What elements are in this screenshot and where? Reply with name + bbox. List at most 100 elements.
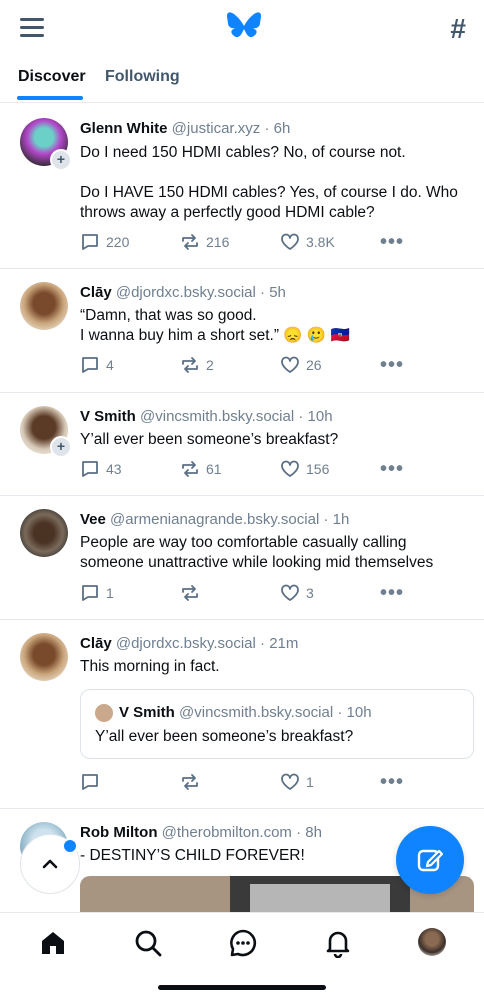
quoted-text: Y’all ever been someone’s breakfast? xyxy=(95,728,354,745)
quoted-time: 10h xyxy=(346,704,372,721)
repost-button[interactable] xyxy=(180,582,206,604)
feed-post[interactable]: Clāy @djordxc.bsky.social · 5h “Damn, th… xyxy=(0,268,484,393)
feed-post[interactable]: Clāy @djordxc.bsky.social · 21m This mor… xyxy=(0,619,484,809)
heart-icon xyxy=(281,773,299,790)
hamburger-menu-icon[interactable] xyxy=(20,18,44,38)
repost-icon xyxy=(182,774,198,790)
post-actions: 1 3 ••• xyxy=(80,582,460,604)
home-indicator xyxy=(158,985,326,990)
more-options-icon[interactable]: ••• xyxy=(380,771,404,793)
repost-count: 216 xyxy=(206,234,230,250)
author-name[interactable]: Clāy xyxy=(80,284,112,301)
like-button[interactable]: 3 xyxy=(280,582,314,604)
author-name[interactable]: Vee xyxy=(80,511,106,528)
follow-plus-icon[interactable]: + xyxy=(50,436,72,458)
reply-button[interactable] xyxy=(80,771,106,793)
bell-icon[interactable] xyxy=(323,928,353,958)
post-time[interactable]: 6h xyxy=(274,120,291,137)
repost-icon xyxy=(182,461,198,477)
post-text: People are way too comfortable casually … xyxy=(80,534,434,571)
post-header: Clāy @djordxc.bsky.social · 21m xyxy=(80,635,298,652)
compose-icon xyxy=(417,849,444,872)
like-button[interactable]: 156 xyxy=(280,458,329,480)
post-header: Vee @armenianagrande.bsky.social · 1h xyxy=(80,511,349,528)
compose-button[interactable] xyxy=(396,826,464,894)
author-name[interactable]: Rob Milton xyxy=(80,824,157,841)
repost-button[interactable]: 2 xyxy=(180,354,214,376)
author-handle[interactable]: @armenianagrande.bsky.social xyxy=(110,511,319,528)
feed-post[interactable]: Vee @armenianagrande.bsky.social · 1h Pe… xyxy=(0,495,484,620)
post-actions: 220 216 3.8K ••• xyxy=(80,231,460,253)
post-text: This morning in fact. xyxy=(80,658,220,675)
more-options-icon[interactable]: ••• xyxy=(380,582,404,604)
separator: · xyxy=(264,120,270,137)
author-name[interactable]: V Smith xyxy=(80,408,136,425)
like-count: 156 xyxy=(306,461,330,477)
profile-avatar[interactable] xyxy=(418,928,446,956)
separator: · xyxy=(298,408,304,425)
repost-button[interactable]: 216 xyxy=(180,231,229,253)
post-actions: 1 ••• xyxy=(80,771,460,793)
repost-count: 61 xyxy=(206,461,222,477)
reply-button[interactable]: 4 xyxy=(80,354,114,376)
quoted-post[interactable]: V Smith @vincsmith.bsky.social · 10h Y’a… xyxy=(80,689,474,759)
reply-icon xyxy=(82,357,98,373)
reply-button[interactable]: 43 xyxy=(80,458,122,480)
reply-count: 220 xyxy=(106,234,130,250)
author-handle[interactable]: @therobmilton.com xyxy=(162,824,292,841)
chat-icon[interactable] xyxy=(228,928,258,958)
follow-plus-icon[interactable]: + xyxy=(50,149,72,171)
like-button[interactable]: 26 xyxy=(280,354,322,376)
feed-post[interactable]: + V Smith @vincsmith.bsky.social · 10h Y… xyxy=(0,392,484,496)
heart-icon xyxy=(281,233,299,250)
like-count: 1 xyxy=(306,774,314,790)
post-time[interactable]: 1h xyxy=(333,511,350,528)
avatar[interactable] xyxy=(20,282,68,330)
post-time[interactable]: 10h xyxy=(308,408,333,425)
repost-button[interactable] xyxy=(180,771,206,793)
like-button[interactable]: 3.8K xyxy=(280,231,335,253)
heart-icon xyxy=(281,584,299,601)
post-text: “Damn, that was so good. I wanna buy him… xyxy=(80,307,350,344)
separator: · xyxy=(260,635,266,652)
reply-button[interactable]: 220 xyxy=(80,231,129,253)
author-handle[interactable]: @djordxc.bsky.social xyxy=(116,635,256,652)
heart-icon xyxy=(281,460,299,477)
feed-post[interactable]: + Glenn White @justicar.xyz · 6h Do I ne… xyxy=(0,103,484,269)
tab-following[interactable]: Following xyxy=(105,68,180,86)
reply-icon xyxy=(82,774,98,790)
post-time[interactable]: 5h xyxy=(269,284,286,301)
feeds-hash-icon[interactable]: # xyxy=(450,12,466,46)
reply-count: 1 xyxy=(106,585,114,601)
separator: · xyxy=(337,704,343,721)
post-time[interactable]: 21m xyxy=(269,635,298,652)
more-options-icon[interactable]: ••• xyxy=(380,354,404,376)
post-text: Do I need 150 HDMI cables? No, of course… xyxy=(80,144,458,221)
post-text: Y’all ever been someone’s breakfast? xyxy=(80,431,339,448)
quoted-author-handle: @vincsmith.bsky.social xyxy=(179,704,334,721)
more-options-icon[interactable]: ••• xyxy=(380,458,404,480)
post-time[interactable]: 8h xyxy=(305,824,322,841)
reply-button[interactable]: 1 xyxy=(80,582,114,604)
tab-discover[interactable]: Discover xyxy=(18,68,86,86)
author-handle[interactable]: @justicar.xyz xyxy=(172,120,261,137)
author-handle[interactable]: @vincsmith.bsky.social xyxy=(140,408,294,425)
home-icon[interactable] xyxy=(38,928,68,958)
like-button[interactable]: 1 xyxy=(280,771,314,793)
post-header: V Smith @vincsmith.bsky.social · 10h xyxy=(80,408,333,425)
author-name[interactable]: Glenn White xyxy=(80,120,168,137)
top-bar: # xyxy=(0,0,484,58)
more-options-icon[interactable]: ••• xyxy=(380,231,404,253)
avatar[interactable] xyxy=(20,633,68,681)
avatar[interactable] xyxy=(20,509,68,557)
new-posts-dot xyxy=(62,838,78,854)
search-icon[interactable] xyxy=(133,928,163,958)
author-name[interactable]: Clāy xyxy=(80,635,112,652)
quoted-header: V Smith @vincsmith.bsky.social · 10h xyxy=(119,704,372,721)
author-handle[interactable]: @djordxc.bsky.social xyxy=(116,284,256,301)
like-count: 3 xyxy=(306,585,314,601)
repost-icon xyxy=(182,234,198,250)
repost-icon xyxy=(182,585,198,601)
like-count: 26 xyxy=(306,357,322,373)
repost-button[interactable]: 61 xyxy=(180,458,222,480)
